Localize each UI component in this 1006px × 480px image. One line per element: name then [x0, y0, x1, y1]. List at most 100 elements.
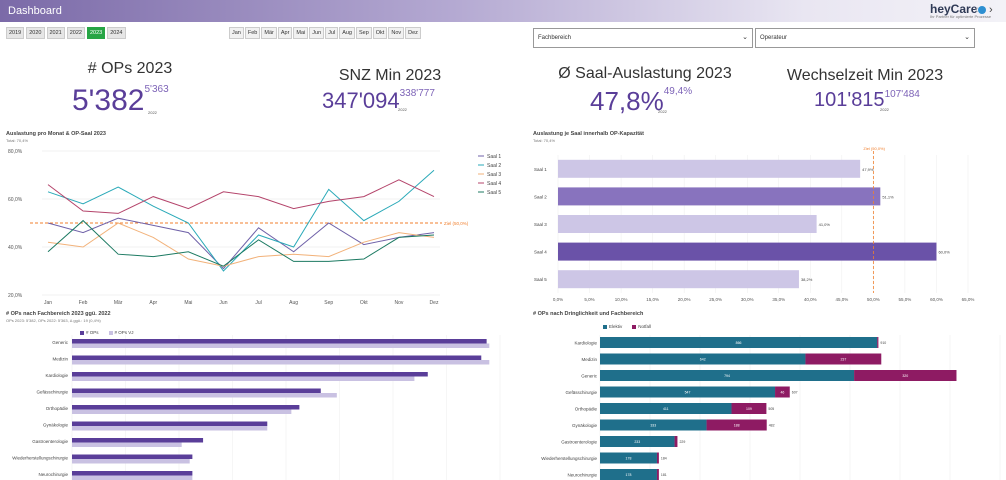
bar: [558, 270, 799, 289]
kpi-ops-title: # OPs 2023: [87, 60, 173, 77]
category-label: Gynäkologie: [572, 423, 598, 428]
data-label: 178: [626, 473, 632, 477]
y-tick-label: 40,0%: [8, 245, 23, 251]
x-tick-label: 20,0%: [678, 297, 691, 302]
operateur-select[interactable]: Operateur ⌄: [755, 28, 975, 48]
y-tick-label: 20,0%: [8, 293, 23, 299]
kpi-snz-value: 347'094338'777: [322, 88, 435, 113]
kpi-saal-title: Ø Saal-Auslastung 2023: [558, 65, 732, 82]
kpi-wechsel-title: Wechselzeit Min 2023: [786, 67, 944, 84]
category-label: Saal 5: [534, 277, 547, 282]
saal-chart-title: Auslastung je Saal innerhalb OP-Kapazitä…: [533, 131, 644, 137]
month-button[interactable]: Apr: [277, 27, 293, 39]
series-line: [47, 169, 435, 272]
x-tick-label: 35,0%: [772, 297, 785, 302]
x-tick-label: 45,0%: [835, 297, 848, 302]
month-button[interactable]: Jan: [229, 27, 244, 39]
kpi-ops-prev-year: 2022: [148, 110, 157, 115]
data-label: 51,1%: [882, 194, 894, 199]
year-button-2022[interactable]: 2022: [66, 27, 85, 39]
month-button[interactable]: Dez: [405, 27, 421, 39]
auslastung-line-chart: 20,0% 40,0% 60,0% 80,0% Jan Feb Mär Apr Mai Jun Ju…: [8, 149, 501, 306]
x-tick-label: Aug: [289, 300, 298, 306]
month-button[interactable]: Mär: [261, 27, 277, 39]
month-button[interactable]: Aug: [339, 27, 355, 39]
year-button-2024[interactable]: 2024: [107, 27, 126, 39]
bar-ops: [72, 372, 428, 377]
nav-back-icon[interactable]: ‹: [975, 4, 979, 16]
data-label: 47,9%: [862, 167, 874, 172]
x-tick-label: Mai: [184, 300, 192, 306]
bar-ops-vj: [72, 393, 337, 398]
category-label: Gefässchirurgie: [565, 390, 597, 395]
bar-notfall: [656, 452, 659, 464]
category-label: Gynäkologie: [43, 423, 69, 428]
legend-label: Saal 1: [487, 154, 501, 160]
year-button-2021[interactable]: 2021: [46, 27, 65, 39]
x-tick-label: Mär: [114, 300, 123, 306]
category-label: Gastroenterologie: [561, 440, 597, 445]
month-button[interactable]: Jul: [325, 27, 339, 39]
year-filter: 2019 2020 2021 2022 2023 2024: [6, 27, 126, 39]
fach-chart-title: # OPs nach Fachbereich 2023 ggü. 2022: [6, 311, 111, 317]
total-label: 607: [792, 391, 798, 395]
bar-ops-vj: [72, 442, 182, 447]
target-label: Ziel (50,0%): [444, 221, 469, 226]
fachbereich-select[interactable]: Fachbereich ⌄: [533, 28, 753, 48]
month-button[interactable]: Jun: [309, 27, 325, 39]
data-label: 333: [650, 424, 656, 428]
month-button[interactable]: Sep: [355, 27, 372, 39]
line-chart-title: Auslastung pro Monat & OP-Saal 2023: [6, 131, 106, 137]
bar-ops-vj: [72, 360, 490, 365]
bar-ops-vj: [72, 459, 190, 464]
line-chart-subtitle: Total: 70,4%: [6, 138, 29, 143]
month-button[interactable]: Okt: [372, 27, 388, 39]
x-tick-label: Jun: [219, 300, 227, 306]
data-label: 109: [746, 407, 752, 411]
category-label: Medizin: [52, 357, 68, 362]
x-tick-label: 65,0%: [962, 297, 975, 302]
data-label: 41,0%: [819, 222, 831, 227]
category-label: Kardiologie: [45, 373, 68, 378]
category-label: Saal 3: [534, 222, 547, 227]
month-button[interactable]: Feb: [244, 27, 261, 39]
bar-ops: [72, 339, 487, 344]
legend-label: Saal 2: [487, 163, 501, 169]
legend-label: Saal 3: [487, 172, 501, 178]
year-button-2020[interactable]: 2020: [26, 27, 45, 39]
x-tick-label: 50,0%: [867, 297, 880, 302]
data-label: 237: [840, 358, 846, 362]
kpi-snz-prev: 338'777: [399, 88, 435, 99]
bar-ops-vj: [72, 426, 268, 431]
category-label: Generic: [581, 374, 598, 379]
bar: [558, 159, 861, 178]
nav-forward-icon[interactable]: ›: [989, 4, 993, 16]
data-label: 642: [700, 358, 706, 362]
data-label: 46: [780, 391, 784, 395]
series-line: [47, 219, 435, 267]
x-tick-label: 5,0%: [584, 297, 594, 302]
data-label: 38,2%: [801, 277, 813, 282]
category-label: Kardiologie: [574, 341, 597, 346]
bar: [558, 242, 937, 261]
logo-subtitle: Ihr Partner für optimierte Prozesse: [930, 14, 992, 19]
legend-swatch: [603, 324, 607, 329]
year-button-2019[interactable]: 2019: [6, 27, 25, 39]
legend-label: Saal 5: [487, 190, 501, 196]
saal-chart-subtitle: Total: 70,4%: [533, 138, 556, 143]
month-button[interactable]: Mai: [293, 27, 309, 39]
kpi-ops-prev: 5'363: [144, 84, 169, 95]
target-label: Ziel (50,0%): [863, 146, 885, 151]
bar-notfall: [656, 469, 659, 480]
category-label: Saal 1: [534, 167, 547, 172]
bar-ops-vj: [72, 409, 292, 414]
year-button-2023[interactable]: 2023: [87, 27, 106, 39]
x-tick-label: 0,0%: [553, 297, 563, 302]
month-button[interactable]: Nov: [388, 27, 405, 39]
bar-ops: [72, 438, 204, 443]
x-tick-label: Apr: [149, 300, 157, 306]
total-label: 482: [769, 424, 775, 428]
fach-bar-chart: Generic Medizin Kardiologie Gefässchirurgie…: [12, 335, 501, 480]
data-label: 794: [724, 374, 730, 378]
bar-ops: [72, 355, 482, 360]
